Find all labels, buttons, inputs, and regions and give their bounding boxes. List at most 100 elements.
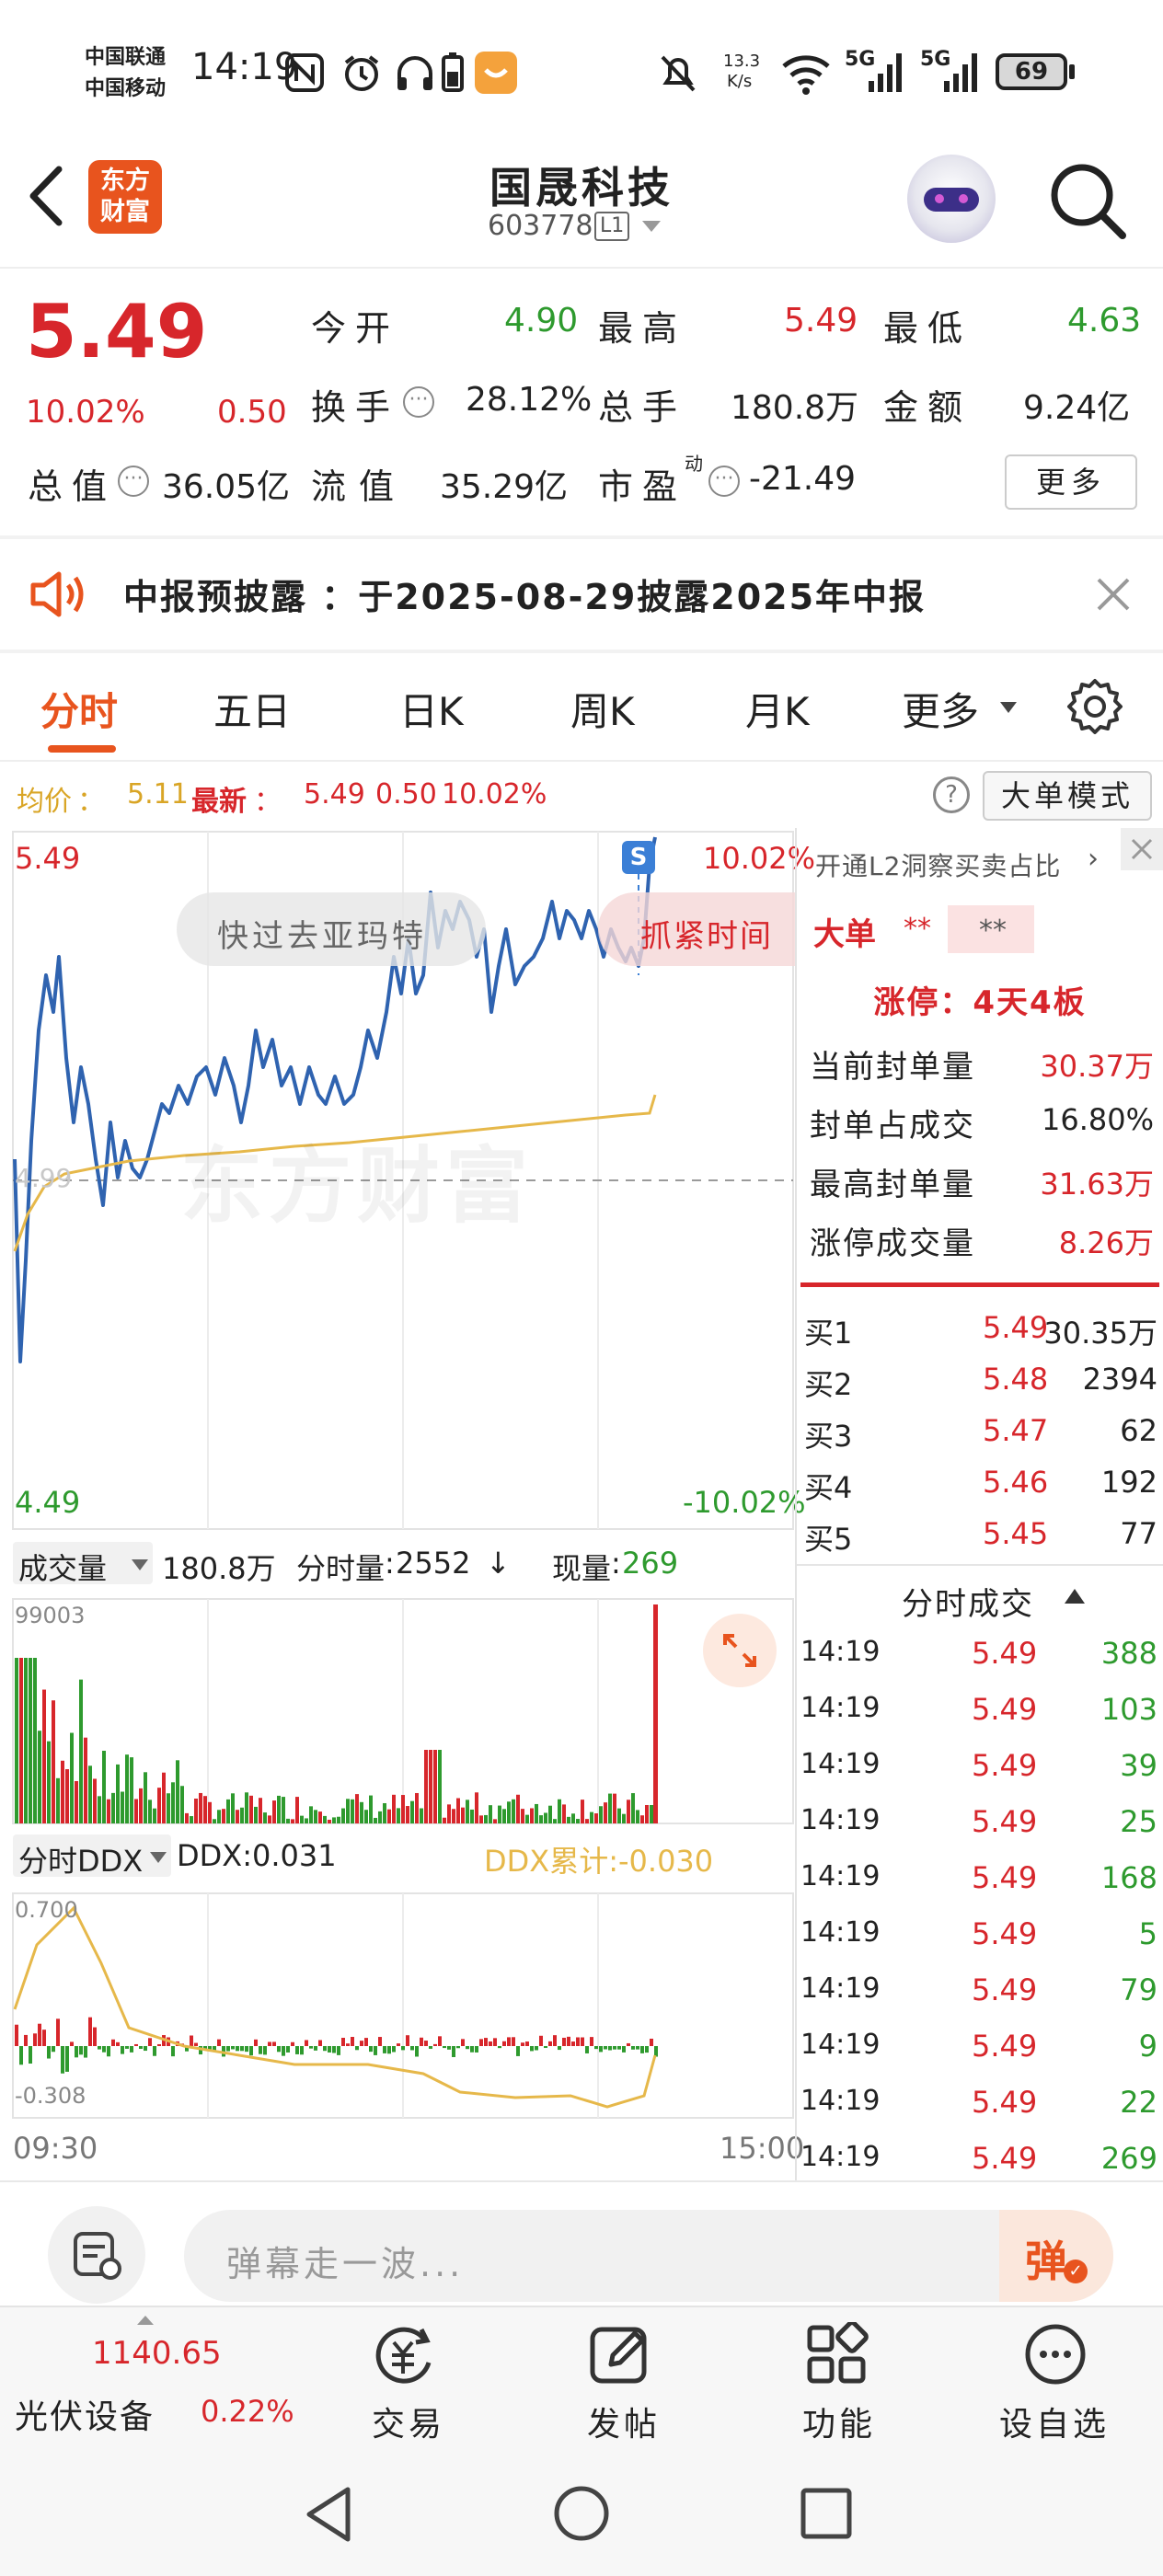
tab-more[interactable]: 更多 [902, 681, 979, 737]
nav-function-label: 功能 [802, 2406, 877, 2444]
stat-value: 30.37万 [1040, 1049, 1154, 1084]
ddx-bar [102, 2046, 106, 2053]
price-chart[interactable]: 东方财富 5.49 10.02% 4.49 -10.02% 4.99 快过去亚玛… [0, 828, 815, 1533]
expand-button[interactable] [703, 1614, 777, 1687]
ddx-bar [231, 2046, 235, 2050]
volume-bar [226, 1799, 230, 1823]
trade-time: 14:19 [800, 1636, 881, 1668]
ddx-bar [19, 2046, 23, 2065]
volume-bar [56, 1777, 60, 1823]
s-event-badge[interactable]: S [622, 841, 655, 874]
top-price-label: 5.49 [15, 841, 81, 876]
volume-bar [268, 1815, 271, 1823]
ddx-bar [314, 2046, 317, 2051]
change-percent: 10.02% [26, 394, 145, 431]
tab-daily-k[interactable]: 日K [399, 681, 464, 737]
volume-bar [640, 1815, 644, 1823]
ddx-bar [484, 2038, 488, 2046]
tab-five-day[interactable]: 五日 [213, 681, 291, 737]
robot-eye-right [959, 194, 968, 203]
help-icon[interactable]: ? [933, 776, 970, 813]
search-icon[interactable] [1047, 160, 1128, 241]
nav-function[interactable]: 功能 [771, 2307, 900, 2455]
ddx-bar [144, 2046, 147, 2052]
nav-home-icon[interactable] [552, 2484, 611, 2543]
volume-bar [604, 1802, 607, 1823]
more-dots-icon [1025, 2324, 1086, 2385]
volume-bar [493, 1819, 497, 1823]
ddx-bar [558, 2046, 561, 2051]
stock-code-row[interactable]: 603778 L1 [488, 208, 690, 245]
tab-intraday[interactable]: 分时 [40, 681, 118, 737]
l2-promo-link[interactable]: 开通L2洞察买卖占比 › [797, 843, 1163, 883]
ddx-bar [148, 2038, 152, 2046]
volume-selector[interactable]: 成交量 [13, 1542, 153, 1586]
trade-price: 5.49 [972, 1916, 1038, 1951]
more-button[interactable]: 更多 [1005, 454, 1137, 510]
volume-bar [277, 1795, 281, 1823]
tab-monthly-k[interactable]: 月K [745, 681, 810, 737]
latest-value: 5.49 [304, 778, 365, 811]
chart-info-row: 均价 ： 5.11 最新 ： 5.49 0.50 10.02% ? 大单模式 [0, 764, 1163, 828]
volume-bar [507, 1801, 511, 1823]
nav-add-watchlist[interactable]: 设自选 [985, 2307, 1132, 2455]
volume-bar [364, 1810, 368, 1823]
nav-recents-icon[interactable] [799, 2486, 854, 2541]
ddx-chart[interactable]: 0.700 -0.308 [0, 1890, 795, 2122]
per-min-colon: : [385, 1546, 395, 1581]
ddx-chart-svg [12, 1892, 794, 2119]
comment-input[interactable]: 弹幕走一波... 弹 ✓ [184, 2210, 1113, 2302]
robot-avatar[interactable] [907, 155, 996, 243]
status-bar: 中国联通 中国移动 14:19 13.3 K/s 5G 5G 69 [0, 0, 1163, 147]
notice-bar[interactable]: 中报预披露 ：于2025-08-29披露2025年中报 [0, 539, 1163, 650]
nav-back-icon[interactable] [302, 2484, 357, 2545]
label-low: 最低 [883, 308, 973, 349]
nav-post[interactable]: 发帖 [556, 2307, 685, 2455]
volume-bar [374, 1817, 377, 1823]
info-icon-pe[interactable]: ··· [708, 466, 740, 497]
sector-index[interactable]: 1140.65 光伏设备 0.22% [0, 2307, 304, 2455]
volume-bar [305, 1818, 308, 1823]
info-icon-total-cap[interactable]: ··· [118, 466, 149, 497]
volume-bar [341, 1808, 345, 1823]
latest-label: 最新 [191, 786, 247, 818]
side-close-button[interactable] [1121, 828, 1163, 870]
trade-row: 14:19 5.49 25 [797, 1795, 1163, 1850]
comment-settings-button[interactable] [48, 2206, 145, 2304]
volume-bar [466, 1800, 469, 1823]
volume-max-label: 99003 [15, 1603, 86, 1628]
volume-bar [314, 1810, 317, 1823]
tab-weekly-k[interactable]: 周K [570, 681, 635, 737]
big-order-mode-button[interactable]: 大单模式 [983, 771, 1152, 821]
volume-bar [15, 1658, 18, 1823]
ddx-bar [627, 2042, 630, 2046]
ddx-bar [226, 2046, 230, 2052]
nav-trade[interactable]: 交易 [340, 2307, 469, 2455]
danmu-bubble-2: 抓紧时间 [598, 892, 795, 966]
trades-title-row[interactable]: 分时成交 [797, 1570, 1163, 1625]
big-order-value-2-box: ** [948, 905, 1034, 953]
info-icon-turnover[interactable]: ··· [403, 386, 434, 418]
ddx-bar [323, 2046, 327, 2052]
volume-bar [33, 1658, 37, 1823]
l2-promo-text: 开通L2洞察买卖占比 [815, 851, 1062, 881]
ddx-bar [360, 2041, 363, 2046]
ddx-bar [277, 2046, 281, 2053]
bid-label: 买3 [804, 1419, 853, 1454]
settings-gear-icon[interactable] [1065, 677, 1124, 736]
danmu-toggle-button[interactable]: 弹 ✓ [999, 2210, 1113, 2302]
volume-bar [415, 1792, 419, 1823]
volume-bar [622, 1813, 626, 1823]
trade-row: 14:19 5.49 103 [797, 1683, 1163, 1738]
close-icon[interactable] [1093, 574, 1134, 615]
alarm-icon [344, 55, 379, 91]
bid-row: 买3 5.47 62 [797, 1406, 1163, 1457]
trade-row: 14:19 5.49 388 [797, 1627, 1163, 1682]
ddx-bar [249, 2046, 253, 2056]
side-close-icon [1131, 838, 1153, 860]
volume-bar [144, 1772, 147, 1823]
ddx-selector[interactable]: 分时DDX [13, 1834, 171, 1879]
volume-bar [199, 1792, 202, 1823]
chart-tabs: 分时 五日 日K 周K 月K 更多 [0, 653, 1163, 762]
volume-chart[interactable]: 99003 [0, 1595, 795, 1827]
